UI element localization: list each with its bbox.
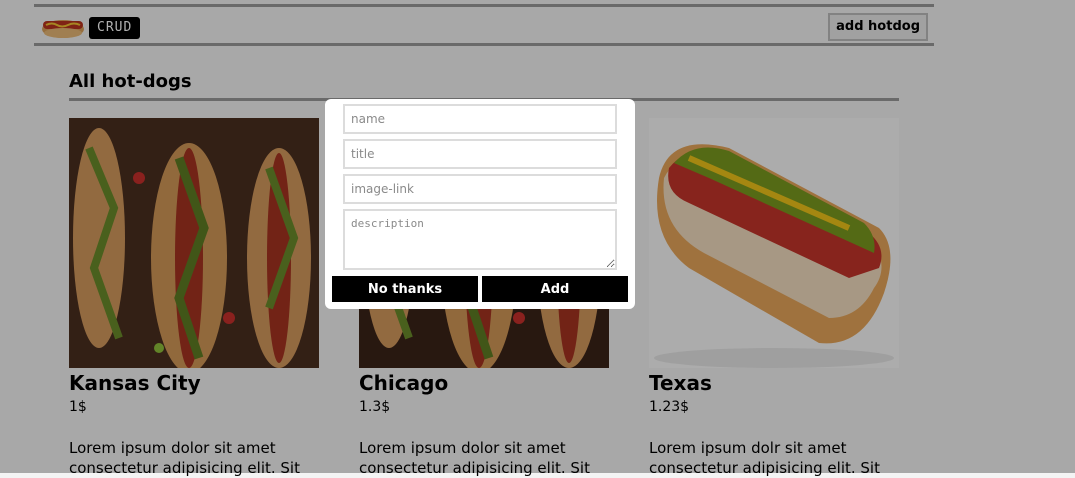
description-textarea[interactable] (343, 209, 617, 270)
title-input[interactable] (343, 139, 617, 169)
name-input[interactable] (343, 104, 617, 134)
no-thanks-button[interactable]: No thanks (332, 276, 478, 302)
image-link-input[interactable] (343, 174, 617, 204)
add-button[interactable]: Add (482, 276, 628, 302)
add-hotdog-modal: No thanks Add (325, 99, 635, 309)
